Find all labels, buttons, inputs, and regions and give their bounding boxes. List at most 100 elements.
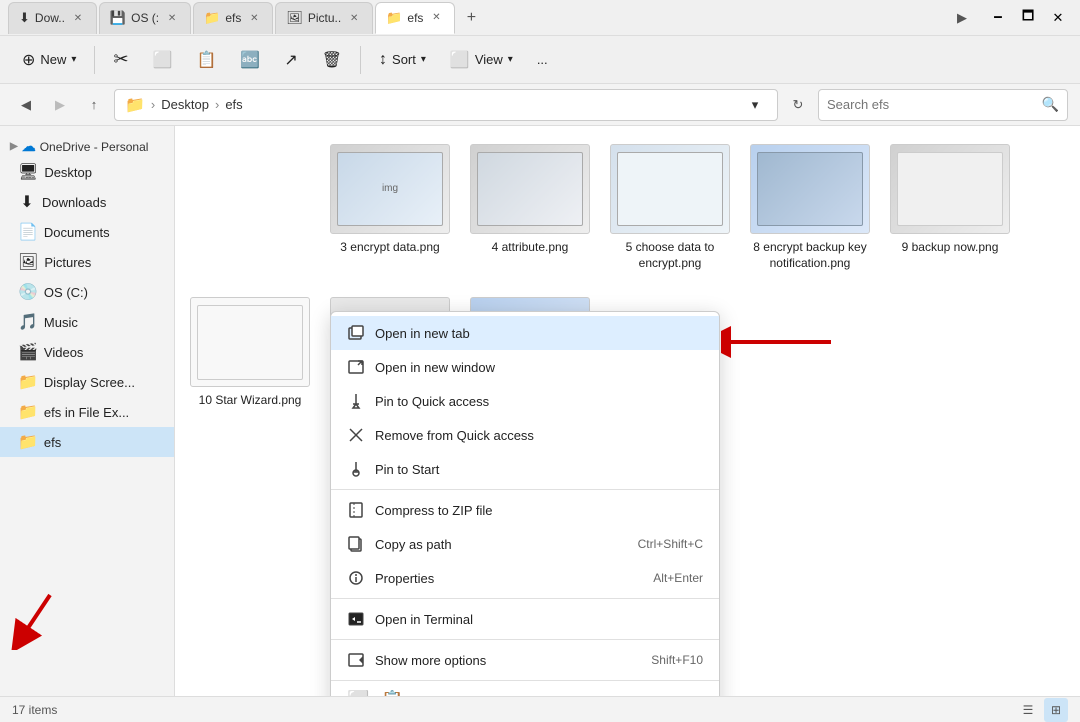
- copy-icon: ⬜: [153, 50, 173, 70]
- maximize-button[interactable]: 🗖: [1014, 4, 1042, 32]
- share-button[interactable]: ↗: [274, 42, 307, 78]
- rename-button[interactable]: 🔤: [230, 42, 270, 78]
- view-button[interactable]: ⬜ View ▾: [440, 42, 523, 78]
- list-item[interactable]: 5 choose data to encrypt.png: [605, 136, 735, 279]
- open-new-tab-label: Open in new tab: [375, 326, 703, 341]
- file-thumbnail: [190, 297, 310, 387]
- show-more-options-icon: [347, 651, 365, 669]
- content-area[interactable]: img 3 encrypt data.png 4 attribute.png 5…: [175, 126, 1080, 696]
- breadcrumb-desktop[interactable]: Desktop: [161, 97, 209, 112]
- context-menu-compress-zip[interactable]: Compress to ZIP file: [331, 493, 719, 527]
- sidebar-item-pictures-label: Pictures: [44, 255, 91, 270]
- paste-button[interactable]: 📋: [186, 42, 226, 78]
- breadcrumb-sep-2: ›: [215, 97, 219, 112]
- context-menu-pin-start[interactable]: Pin to Start: [331, 452, 719, 486]
- sidebar-item-os-label: OS (C:): [44, 285, 88, 300]
- context-menu-copy-path[interactable]: Copy as path Ctrl+Shift+C: [331, 527, 719, 561]
- tab-pictures[interactable]: 🖼 Pictu.. ✕: [275, 2, 373, 34]
- view-toggle: ☰ ⊞: [1016, 698, 1068, 722]
- list-item[interactable]: 8 encrypt backup key notification.png: [745, 136, 875, 279]
- forward-button[interactable]: ▶: [46, 91, 74, 119]
- sidebar-item-efs[interactable]: 📁 efs: [0, 427, 174, 457]
- context-menu-pin-quick-access[interactable]: Pin to Quick access: [331, 384, 719, 418]
- list-item[interactable]: 4 attribute.png: [465, 136, 595, 279]
- context-menu-sep-1: [331, 489, 719, 490]
- paste-icon: 📋: [196, 50, 216, 70]
- more-button[interactable]: ...: [527, 42, 558, 78]
- tab-efs2-icon: 📁: [386, 10, 402, 26]
- status-bar: 17 items ☰ ⊞: [0, 696, 1080, 722]
- tab-efs2[interactable]: 📁 efs ✕: [375, 2, 455, 34]
- breadcrumb-dropdown[interactable]: ▾: [743, 93, 767, 117]
- breadcrumb[interactable]: 📁 › Desktop › efs ▾: [114, 89, 778, 121]
- file-name: 8 encrypt backup key notification.png: [753, 240, 867, 271]
- close-button[interactable]: ✕: [1044, 4, 1072, 32]
- window-controls: 🗕 🗖 ✕: [984, 4, 1072, 32]
- context-menu-open-new-tab[interactable]: Open in new tab: [331, 316, 719, 350]
- new-button[interactable]: ⊕ New ▾: [12, 42, 86, 78]
- sidebar-item-documents-label: Documents: [44, 225, 110, 240]
- search-input[interactable]: [827, 97, 1038, 112]
- list-item[interactable]: 9 backup now.png: [885, 136, 1015, 279]
- search-box[interactable]: 🔍: [818, 89, 1068, 121]
- copy-button[interactable]: ⬜: [143, 42, 183, 78]
- sidebar-item-pictures[interactable]: 🖼 Pictures: [0, 247, 174, 277]
- tab-os-close[interactable]: ✕: [164, 10, 180, 26]
- sidebar-item-desktop-label: Desktop: [44, 165, 92, 180]
- sidebar: ▶ ☁ OneDrive - Personal 🖥 Desktop ⬇ Down…: [0, 126, 175, 696]
- sort-chevron-icon: ▾: [421, 54, 426, 65]
- list-item[interactable]: 10 Star Wizard.png: [185, 289, 315, 417]
- delete-button[interactable]: 🗑: [312, 42, 352, 78]
- tab-efs[interactable]: 📁 efs ✕: [193, 2, 273, 34]
- sidebar-item-videos[interactable]: 🎬 Videos: [0, 337, 174, 367]
- sidebar-item-music[interactable]: 🎵 Music: [0, 307, 174, 337]
- tab-downloads-close[interactable]: ✕: [70, 10, 86, 26]
- copy-path-icon: [347, 535, 365, 553]
- tab-efs2-label: efs: [407, 11, 423, 25]
- tab-efs-close[interactable]: ✕: [246, 10, 262, 26]
- sidebar-item-display[interactable]: 📁 Display Scree...: [0, 367, 174, 397]
- sidebar-item-documents[interactable]: 📄 Documents: [0, 217, 174, 247]
- sidebar-item-efs-in-file-ex[interactable]: 📁 efs in File Ex...: [0, 397, 174, 427]
- breadcrumb-efs[interactable]: efs: [225, 97, 242, 112]
- search-icon: 🔍: [1042, 96, 1059, 113]
- up-button[interactable]: ↑: [80, 91, 108, 119]
- sidebar-item-os[interactable]: 💿 OS (C:): [0, 277, 174, 307]
- toolbar-sep-1: [94, 46, 95, 74]
- cut-button[interactable]: ✂: [103, 42, 138, 78]
- tab-pictures-close[interactable]: ✕: [346, 10, 362, 26]
- tab-downloads[interactable]: ⬇ Dow.. ✕: [8, 2, 97, 34]
- list-view-button[interactable]: ☰: [1016, 698, 1040, 722]
- back-button[interactable]: ◀: [12, 91, 40, 119]
- sort-button[interactable]: ↕ Sort ▾: [369, 42, 436, 78]
- new-tab-button[interactable]: +: [457, 4, 485, 32]
- tabs-area: ⬇ Dow.. ✕ 💾 OS (: ✕ 📁 efs ✕ 🖼 Pictu.. ✕ …: [8, 2, 976, 34]
- rename-icon: 🔤: [240, 50, 260, 70]
- minimize-button[interactable]: 🗕: [984, 4, 1012, 32]
- sidebar-item-desktop[interactable]: 🖥 Desktop: [0, 157, 174, 187]
- compress-zip-label: Compress to ZIP file: [375, 503, 703, 518]
- list-item[interactable]: img 3 encrypt data.png: [325, 136, 455, 279]
- documents-icon: 📄: [18, 222, 38, 242]
- tab-efs2-close[interactable]: ✕: [428, 10, 444, 26]
- file-name: 4 attribute.png: [492, 240, 569, 256]
- toolbar-sep-2: [360, 46, 361, 74]
- tab-scroll-right[interactable]: ▶: [948, 4, 976, 32]
- bottom-copy-icon[interactable]: ⬜: [347, 690, 369, 696]
- context-menu-show-more-options[interactable]: Show more options Shift+F10: [331, 643, 719, 677]
- bottom-paste-icon[interactable]: 📋: [381, 690, 403, 696]
- tab-efs-icon: 📁: [204, 10, 220, 26]
- refresh-button[interactable]: ↻: [784, 91, 812, 119]
- context-menu-properties[interactable]: Properties Alt+Enter: [331, 561, 719, 595]
- grid-view-button[interactable]: ⊞: [1044, 698, 1068, 722]
- context-menu-remove-quick-access[interactable]: Remove from Quick access: [331, 418, 719, 452]
- onedrive-icon: ☁: [22, 138, 36, 155]
- context-menu-sep-3: [331, 639, 719, 640]
- sidebar-item-downloads[interactable]: ⬇ Downloads: [0, 187, 174, 217]
- context-menu-open-terminal[interactable]: Open in Terminal: [331, 602, 719, 636]
- tab-os[interactable]: 💾 OS (: ✕: [99, 2, 191, 34]
- file-name: 3 encrypt data.png: [340, 240, 439, 256]
- file-thumbnail: [890, 144, 1010, 234]
- display-icon: 📁: [18, 372, 38, 392]
- context-menu-open-new-window[interactable]: Open in new window: [331, 350, 719, 384]
